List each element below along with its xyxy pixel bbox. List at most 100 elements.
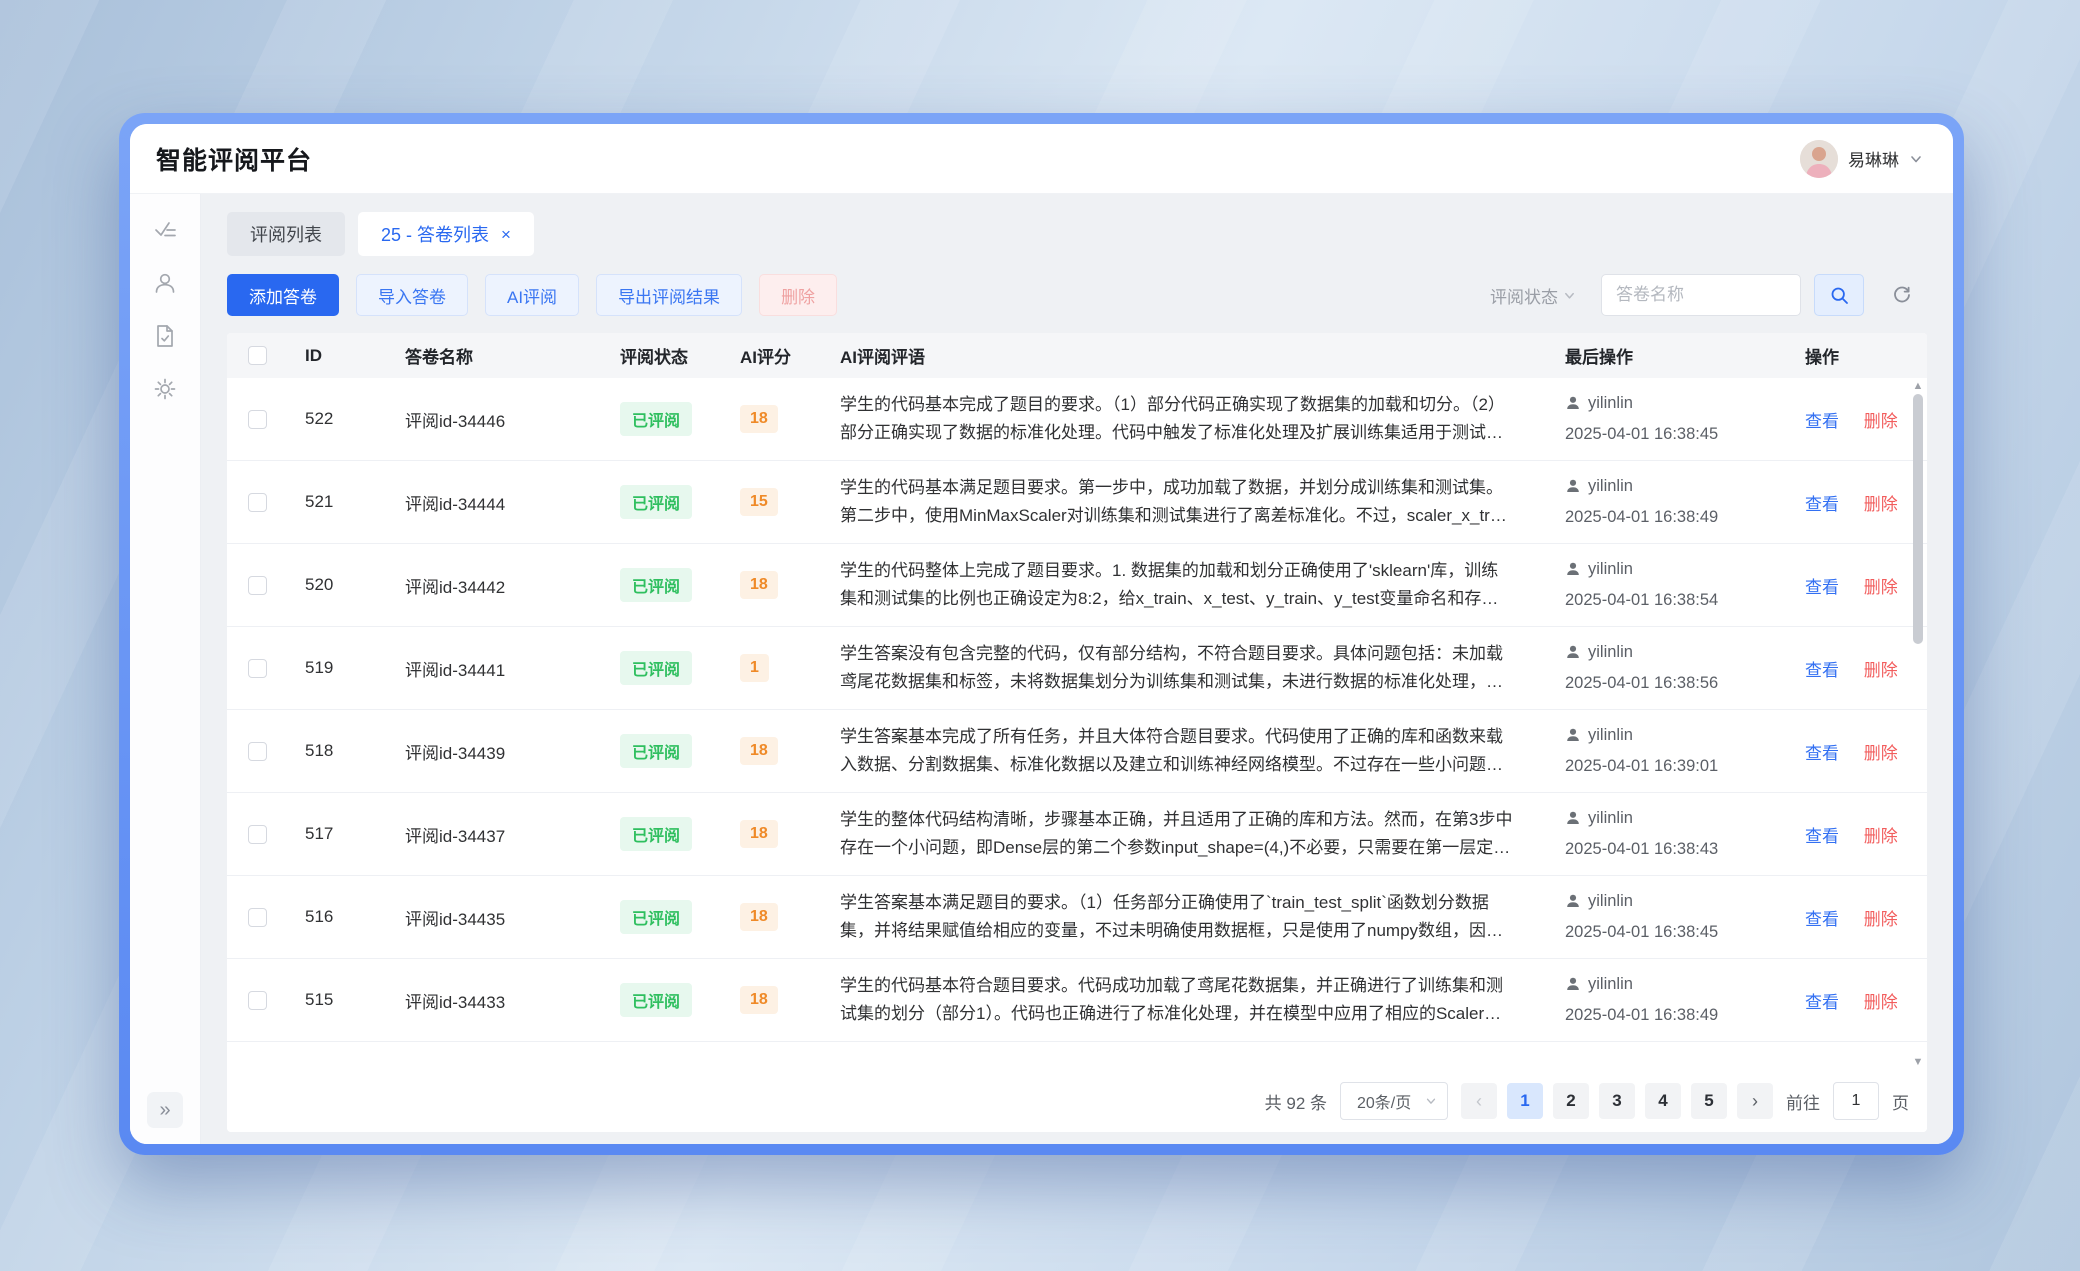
page-unit-label: 页	[1892, 1089, 1909, 1114]
app-window-frame: 智能评阅平台 易琳琳	[119, 113, 1964, 1155]
tab-answer-list[interactable]: 25 - 答卷列表 ×	[358, 212, 534, 256]
table-row: 519 评阅id-34441 已评阅 1 学生答案没有包含完整的代码，仅有部分结…	[227, 627, 1927, 710]
cell-last-op: yilinlin 2025-04-01 16:39:01	[1547, 720, 1787, 783]
operator-name: yilinlin	[1588, 720, 1633, 751]
cell-name: 评阅id-34446	[387, 407, 602, 432]
review-status-select[interactable]: 评阅状态	[1478, 274, 1588, 316]
delete-link[interactable]: 删除	[1864, 827, 1898, 846]
delete-link[interactable]: 删除	[1864, 412, 1898, 431]
select-all-checkbox[interactable]	[248, 346, 267, 365]
view-link[interactable]: 查看	[1805, 827, 1839, 846]
cell-score: 1	[722, 654, 822, 682]
delete-link[interactable]: 删除	[1864, 910, 1898, 929]
column-name: 答卷名称	[387, 343, 602, 368]
scroll-up-icon[interactable]: ▲	[1913, 380, 1924, 392]
user-name: 易琳琳	[1848, 146, 1899, 171]
row-checkbox[interactable]	[248, 991, 267, 1010]
delete-link[interactable]: 删除	[1864, 495, 1898, 514]
tab-close-icon[interactable]: ×	[501, 226, 511, 243]
gear-icon	[152, 376, 178, 402]
table-row: 522 评阅id-34446 已评阅 18 学生的代码基本完成了题目的要求。（1…	[227, 378, 1927, 461]
app-title: 智能评阅平台	[156, 141, 312, 177]
row-checkbox[interactable]	[248, 742, 267, 761]
row-checkbox[interactable]	[248, 493, 267, 512]
toolbar: 添加答卷 导入答卷 AI评阅 导出评阅结果 删除 评阅状态	[227, 274, 1927, 316]
cell-name: 评阅id-34442	[387, 573, 602, 598]
cell-action: 查看 删除	[1787, 407, 1927, 432]
cell-score: 18	[722, 820, 822, 848]
sidebar-item-documents[interactable]	[145, 316, 185, 356]
cell-name: 评阅id-34435	[387, 905, 602, 930]
row-checkbox[interactable]	[248, 908, 267, 927]
app-window: 智能评阅平台 易琳琳	[130, 124, 1953, 1144]
table-row: 518 评阅id-34439 已评阅 18 学生答案基本完成了所有任务，并且大体…	[227, 710, 1927, 793]
view-link[interactable]: 查看	[1805, 993, 1839, 1012]
page-button-2[interactable]: 2	[1553, 1083, 1589, 1119]
ai-review-button[interactable]: AI评阅	[485, 274, 579, 316]
view-link[interactable]: 查看	[1805, 910, 1839, 929]
view-link[interactable]: 查看	[1805, 412, 1839, 431]
main-area: » 评阅列表 25 - 答卷列表 ×	[130, 194, 1953, 1144]
delete-button[interactable]: 删除	[759, 274, 837, 316]
goto-page-input[interactable]	[1833, 1082, 1879, 1120]
cell-id: 518	[287, 741, 387, 761]
sidebar-collapse-button[interactable]: »	[147, 1092, 183, 1128]
row-checkbox[interactable]	[248, 659, 267, 678]
score-badge: 18	[740, 405, 778, 433]
prev-page-button[interactable]: ‹	[1461, 1083, 1497, 1119]
page-buttons: ‹ 12345 ›	[1461, 1083, 1773, 1119]
answers-table: ID 答卷名称 评阅状态 AI评分 AI评阅评语 最后操作 操作 522 评阅i…	[227, 333, 1927, 1132]
search-icon	[1829, 285, 1850, 306]
person-icon	[1565, 893, 1581, 909]
operator-name: yilinlin	[1588, 803, 1633, 834]
page-button-4[interactable]: 4	[1645, 1083, 1681, 1119]
sidebar-item-settings[interactable]	[145, 369, 185, 409]
delete-link[interactable]: 删除	[1864, 744, 1898, 763]
delete-link[interactable]: 删除	[1864, 993, 1898, 1012]
sidebar-item-users[interactable]	[145, 263, 185, 303]
scrollbar-track[interactable]	[1913, 392, 1923, 1056]
cell-status: 已评阅	[602, 983, 722, 1017]
page-button-3[interactable]: 3	[1599, 1083, 1635, 1119]
import-answer-button[interactable]: 导入答卷	[356, 274, 468, 316]
delete-link[interactable]: 删除	[1864, 578, 1898, 597]
table-row: 517 评阅id-34437 已评阅 18 学生的整体代码结构清晰，步骤基本正确…	[227, 793, 1927, 876]
refresh-button[interactable]	[1877, 274, 1927, 316]
user-menu[interactable]: 易琳琳	[1800, 140, 1923, 178]
column-score: AI评分	[722, 343, 822, 368]
tab-review-list[interactable]: 评阅列表	[227, 212, 345, 256]
scroll-down-icon[interactable]: ▼	[1913, 1056, 1924, 1068]
scrollbar-thumb[interactable]	[1913, 394, 1923, 644]
cell-id: 521	[287, 492, 387, 512]
export-results-button[interactable]: 导出评阅结果	[596, 274, 742, 316]
view-link[interactable]: 查看	[1805, 578, 1839, 597]
person-icon	[1565, 478, 1581, 494]
table-row: 515 评阅id-34433 已评阅 18 学生的代码基本符合题目要求。代码成功…	[227, 959, 1927, 1042]
next-page-button[interactable]: ›	[1737, 1083, 1773, 1119]
row-checkbox[interactable]	[248, 410, 267, 429]
person-icon	[1565, 976, 1581, 992]
status-badge: 已评阅	[620, 651, 692, 685]
view-link[interactable]: 查看	[1805, 744, 1839, 763]
operator-name: yilinlin	[1588, 554, 1633, 585]
page-size-select[interactable]: 20条/页	[1340, 1082, 1448, 1120]
row-checkbox[interactable]	[248, 825, 267, 844]
view-link[interactable]: 查看	[1805, 495, 1839, 514]
page-button-1[interactable]: 1	[1507, 1083, 1543, 1119]
filter-group: 评阅状态	[1478, 274, 1927, 316]
search-button[interactable]	[1814, 274, 1864, 316]
sidebar-item-review-tasks[interactable]	[145, 210, 185, 250]
answer-name-input[interactable]	[1601, 274, 1801, 316]
person-icon	[1565, 561, 1581, 577]
delete-link[interactable]: 删除	[1864, 661, 1898, 680]
score-badge: 18	[740, 903, 778, 931]
cell-comment: 学生的代码基本符合题目要求。代码成功加载了鸢尾花数据集，并正确进行了训练集和测试…	[822, 972, 1547, 1027]
add-answer-button[interactable]: 添加答卷	[227, 274, 339, 316]
page-button-5[interactable]: 5	[1691, 1083, 1727, 1119]
cell-status: 已评阅	[602, 485, 722, 519]
vertical-scrollbar[interactable]: ▲ ▼	[1911, 380, 1925, 1068]
view-link[interactable]: 查看	[1805, 661, 1839, 680]
row-checkbox[interactable]	[248, 576, 267, 595]
score-badge: 18	[740, 737, 778, 765]
avatar[interactable]	[1800, 140, 1838, 178]
